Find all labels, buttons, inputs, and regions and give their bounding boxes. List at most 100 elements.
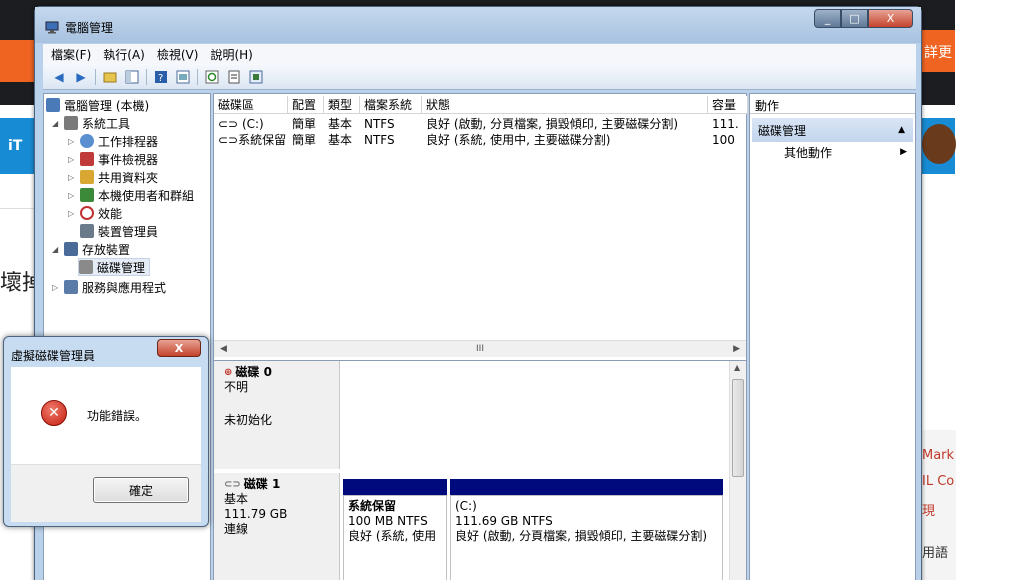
tree-item-event-viewer[interactable]: ▷ 事件檢視器 <box>68 150 158 168</box>
expand-icon[interactable]: ▷ <box>52 283 62 292</box>
users-icon <box>80 188 94 202</box>
tree-item-system-tools[interactable]: ◢ 系統工具 <box>52 114 130 132</box>
background-link[interactable]: IL Co <box>922 474 956 489</box>
storage-icon <box>64 242 78 256</box>
toolbar: ◀ ▶ ? <box>43 64 916 90</box>
scrollbar-thumb[interactable]: III <box>476 344 484 354</box>
tree-item-label: 事件檢視器 <box>98 152 159 167</box>
disk-type: 基本 <box>224 492 249 506</box>
column-header-volume[interactable]: 磁碟區 <box>214 96 288 113</box>
title-bar[interactable]: 電腦管理 _ □ X <box>35 7 921 43</box>
column-header-layout[interactable]: 配置 <box>288 96 324 113</box>
collapse-icon[interactable]: ◢ <box>52 245 62 254</box>
drive-icon: ⊂⊃ <box>218 117 242 131</box>
export-icon[interactable] <box>248 69 264 85</box>
volume-table-header: 磁碟區 配置 類型 檔案系統 狀態 容量 <box>214 96 748 114</box>
column-header-type[interactable]: 類型 <box>324 96 360 113</box>
actions-section-disk-management[interactable]: 磁碟管理 ▲ <box>752 118 913 142</box>
refresh-icon[interactable] <box>204 69 220 85</box>
column-header-filesystem[interactable]: 檔案系統 <box>360 96 422 113</box>
collapse-icon[interactable]: ◢ <box>52 119 62 128</box>
tree-item-label: 本機使用者和群組 <box>98 188 195 203</box>
tree-item-label: 裝置管理員 <box>98 224 159 239</box>
background-tab-text: iT <box>8 138 23 154</box>
action-label: 其他動作 <box>784 145 833 160</box>
close-button[interactable]: X <box>868 9 913 28</box>
scroll-left-icon[interactable]: ◀ <box>220 344 227 354</box>
menu-bar: 檔案(F) 執行(A) 檢視(V) 說明(H) <box>43 44 916 64</box>
vertical-scrollbar[interactable]: ▲ <box>729 361 746 580</box>
partition-status: 良好 (啟動, 分頁檔案, 損毀傾印, 主要磁碟分割) <box>455 529 708 543</box>
horizontal-scrollbar[interactable]: ◀ III ▶ <box>214 340 746 357</box>
toolbar-separator <box>95 68 96 85</box>
tree-item-services-apps[interactable]: ▷ 服務與應用程式 <box>52 278 166 296</box>
scroll-right-icon[interactable]: ▶ <box>733 344 740 354</box>
tree-item-storage[interactable]: ◢ 存放裝置 <box>52 240 130 258</box>
error-dialog: 虛擬磁碟管理員 X ✕ 功能錯誤。 確定 <box>3 336 209 527</box>
table-row[interactable]: ⊂⊃系統保留 簡單 基本 NTFS 良好 (系統, 使用中, 主要磁碟分割) 1… <box>214 132 748 148</box>
mascot-icon <box>922 124 956 164</box>
tree-item-label: 效能 <box>98 206 123 221</box>
partition-bar <box>450 479 723 495</box>
help-icon[interactable]: ? <box>153 69 169 85</box>
menu-view[interactable]: 檢視(V) <box>157 46 199 63</box>
partition-system-reserved[interactable]: 系統保留 100 MB NTFS 良好 (系統, 使用 <box>343 495 447 580</box>
partition-size: 111.69 GB NTFS <box>455 514 553 528</box>
caption-buttons: _ □ X <box>814 9 913 28</box>
table-row[interactable]: ⊂⊃ (C:) 簡單 基本 NTFS 良好 (啟動, 分頁檔案, 損毀傾印, 主… <box>214 116 748 132</box>
tree-item-label: 電腦管理 (本機) <box>64 98 150 113</box>
partition-name: (C:) <box>455 499 477 513</box>
tree-item-label: 系統工具 <box>82 116 131 131</box>
svg-text:?: ? <box>158 73 163 84</box>
show-hide-tree-icon[interactable] <box>124 69 140 85</box>
disk-warning-icon: ⊕ <box>224 367 233 378</box>
tree-item-disk-management[interactable]: 磁碟管理 <box>78 258 151 276</box>
background-link[interactable]: 現 <box>922 500 956 519</box>
up-folder-icon[interactable] <box>102 69 118 85</box>
back-arrow-icon[interactable]: ◀ <box>51 69 67 85</box>
forward-arrow-icon[interactable]: ▶ <box>73 69 89 85</box>
tree-item-shared-folders[interactable]: ▷ 共用資料夾 <box>68 168 158 186</box>
ok-button[interactable]: 確定 <box>93 477 189 503</box>
tree-item-label: 存放裝置 <box>82 242 131 257</box>
disk-0-label[interactable]: ⊕ 磁碟 0 不明 未初始化 <box>214 361 340 469</box>
checklist-icon[interactable] <box>226 69 242 85</box>
tree-item-task-scheduler[interactable]: ▷ 工作排程器 <box>68 132 158 150</box>
window-title: 電腦管理 <box>65 21 114 35</box>
status-cell: 良好 (系統, 使用中, 主要磁碟分割) <box>426 133 611 147</box>
disk-1-label[interactable]: ⊂⊃ 磁碟 1 基本 111.79 GB 連線 <box>214 473 340 580</box>
tree-item-computer-management[interactable]: 電腦管理 (本機) <box>46 96 149 114</box>
disk-status: 未初始化 <box>224 413 273 427</box>
actions-header: 動作 <box>750 94 915 114</box>
tree-item-device-manager[interactable]: 裝置管理員 <box>80 222 158 240</box>
column-header-status[interactable]: 狀態 <box>422 96 708 113</box>
properties-icon[interactable] <box>175 69 191 85</box>
dialog-close-button[interactable]: X <box>157 339 201 357</box>
submenu-arrow-icon: ▶ <box>900 147 907 157</box>
column-header-capacity[interactable]: 容量 <box>708 96 748 113</box>
tree-item-label: 工作排程器 <box>98 134 159 149</box>
expand-icon[interactable]: ▷ <box>68 191 78 200</box>
scroll-up-icon[interactable]: ▲ <box>734 363 740 372</box>
background-link[interactable]: Mark <box>922 448 956 463</box>
menu-action[interactable]: 執行(A) <box>103 46 145 63</box>
dialog-title: 虛擬磁碟管理員 <box>11 349 96 363</box>
minimize-button[interactable]: _ <box>814 9 841 28</box>
collapse-up-icon[interactable]: ▲ <box>898 125 905 135</box>
more-actions-item[interactable]: 其他動作 ▶ <box>750 142 915 162</box>
scrollbar-thumb[interactable] <box>732 379 744 477</box>
menu-file[interactable]: 檔案(F) <box>51 46 91 63</box>
expand-icon[interactable]: ▷ <box>68 137 78 146</box>
disk-graphical-view: ⊕ 磁碟 0 不明 未初始化 ⊂⊃ 磁碟 1 基本 111.79 GB 連線 系統保… <box>214 360 746 580</box>
tree-item-performance[interactable]: ▷ 效能 <box>68 204 122 222</box>
section-label: 磁碟管理 <box>758 123 807 138</box>
volume-name: 系統保留 <box>238 133 287 147</box>
disk-type: 不明 <box>224 380 249 394</box>
expand-icon[interactable]: ▷ <box>68 209 78 218</box>
maximize-button[interactable]: □ <box>841 9 868 28</box>
tree-item-local-users-groups[interactable]: ▷ 本機使用者和群組 <box>68 186 194 204</box>
menu-help[interactable]: 說明(H) <box>210 46 252 63</box>
expand-icon[interactable]: ▷ <box>68 155 78 164</box>
partition-c-drive[interactable]: (C:) 111.69 GB NTFS 良好 (啟動, 分頁檔案, 損毀傾印, … <box>450 495 723 580</box>
expand-icon[interactable]: ▷ <box>68 173 78 182</box>
